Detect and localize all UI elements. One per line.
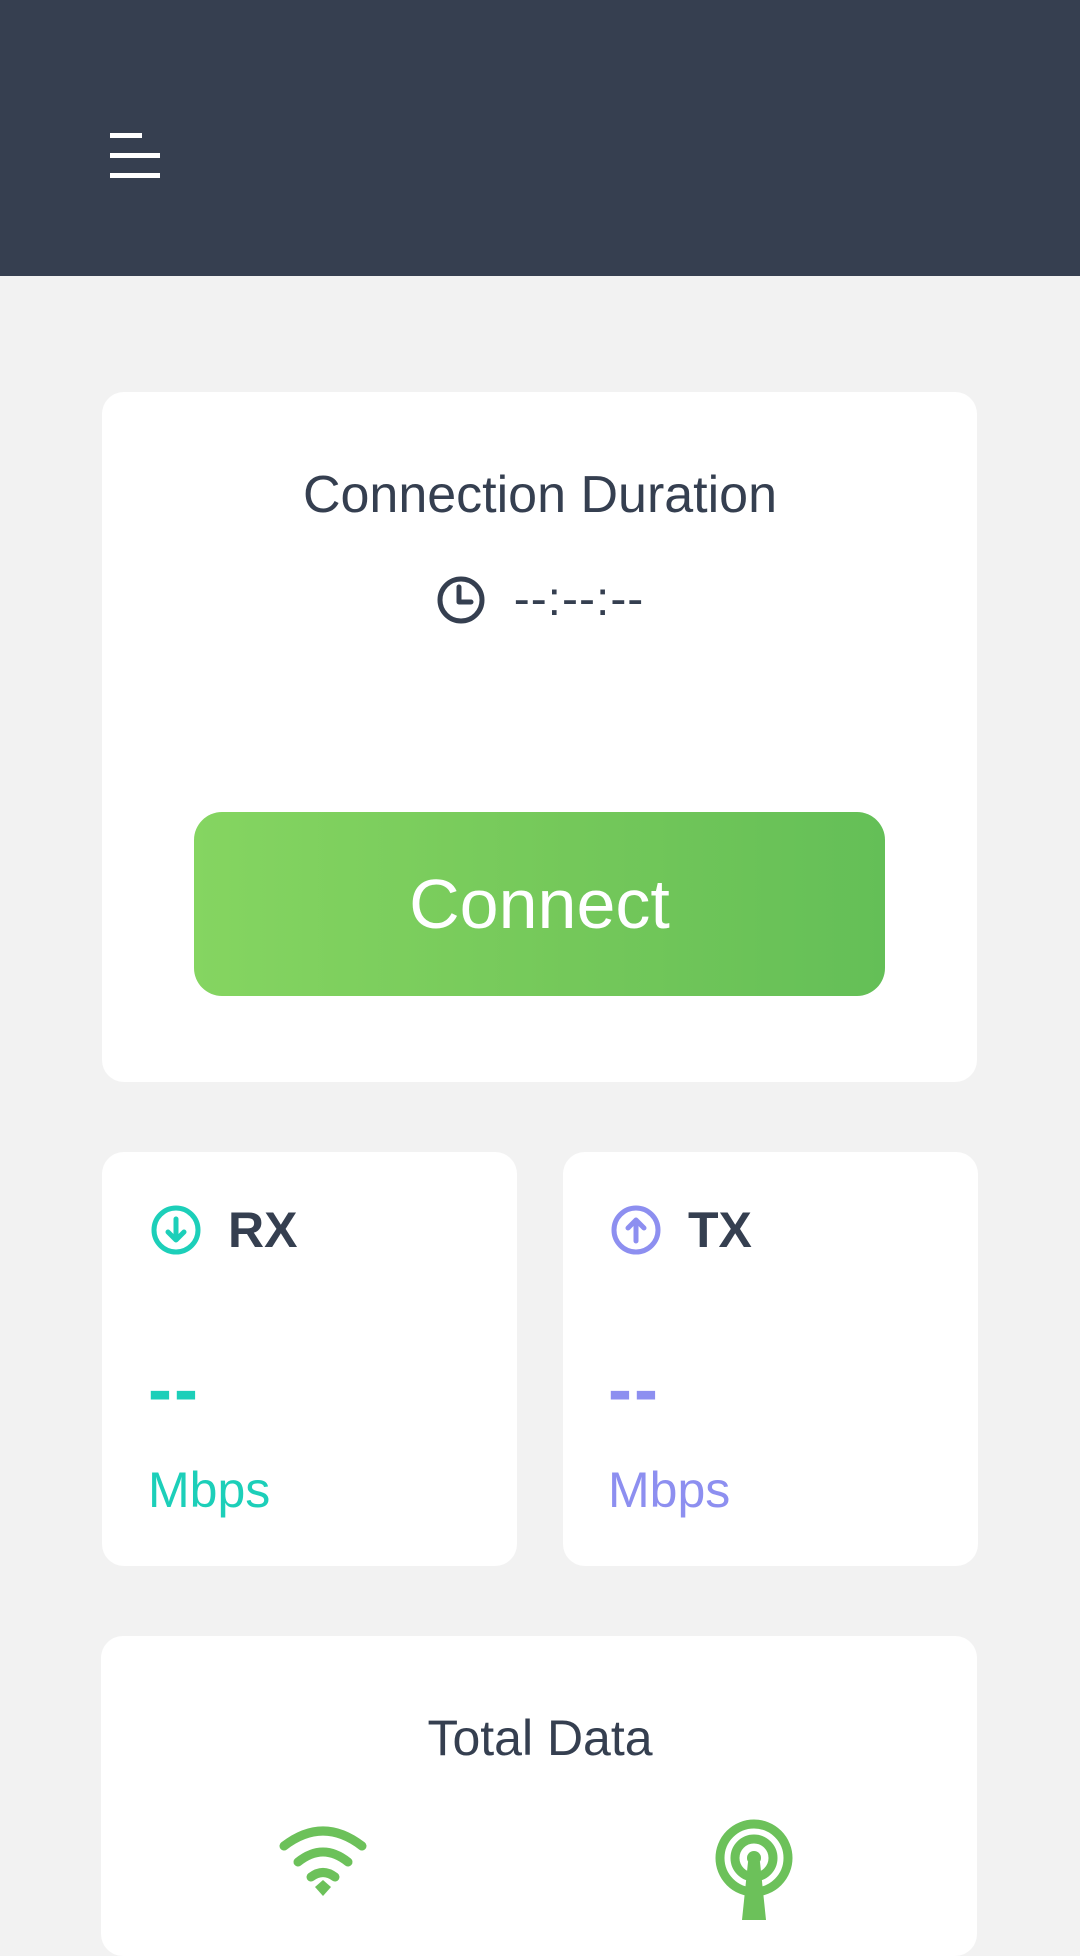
- tx-header: TX: [610, 1200, 752, 1260]
- rx-label: RX: [228, 1202, 298, 1258]
- tx-label: TX: [688, 1202, 752, 1258]
- timer-row: --:--:--: [0, 570, 1080, 630]
- upload-arrow-icon: [611, 1205, 661, 1255]
- wifi-icon: [279, 1826, 367, 1896]
- tx-value: --: [608, 1350, 660, 1430]
- cellular-antenna-icon: [715, 1819, 793, 1920]
- total-data-title: Total Data: [427, 1710, 653, 1766]
- total-data-card: [101, 1636, 977, 1956]
- menu-icon: [110, 133, 160, 178]
- menu-button[interactable]: [100, 120, 170, 190]
- rx-unit: Mbps: [148, 1462, 271, 1518]
- connection-duration-title: Connection Duration: [302, 466, 778, 524]
- connect-button[interactable]: Connect: [194, 812, 885, 996]
- connection-timer: --:--:--: [513, 573, 645, 626]
- rx-header: RX: [150, 1200, 297, 1260]
- download-arrow-icon: [151, 1205, 201, 1255]
- clock-icon: [437, 576, 485, 624]
- rx-value: --: [148, 1350, 200, 1430]
- app-header: [0, 0, 1080, 276]
- tx-unit: Mbps: [608, 1462, 731, 1518]
